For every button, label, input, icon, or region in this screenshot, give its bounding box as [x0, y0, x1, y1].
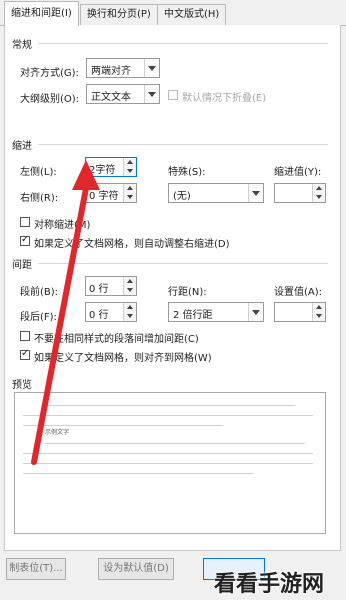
- arrow-head-icon: [72, 160, 100, 190]
- red-arrow-annotation: [31, 160, 100, 465]
- watermark-logo: 看看手游网: [214, 572, 325, 597]
- tab-indent-spacing[interactable]: 缩进和间距(I): [4, 1, 79, 26]
- arrow-shaft: [31, 180, 90, 465]
